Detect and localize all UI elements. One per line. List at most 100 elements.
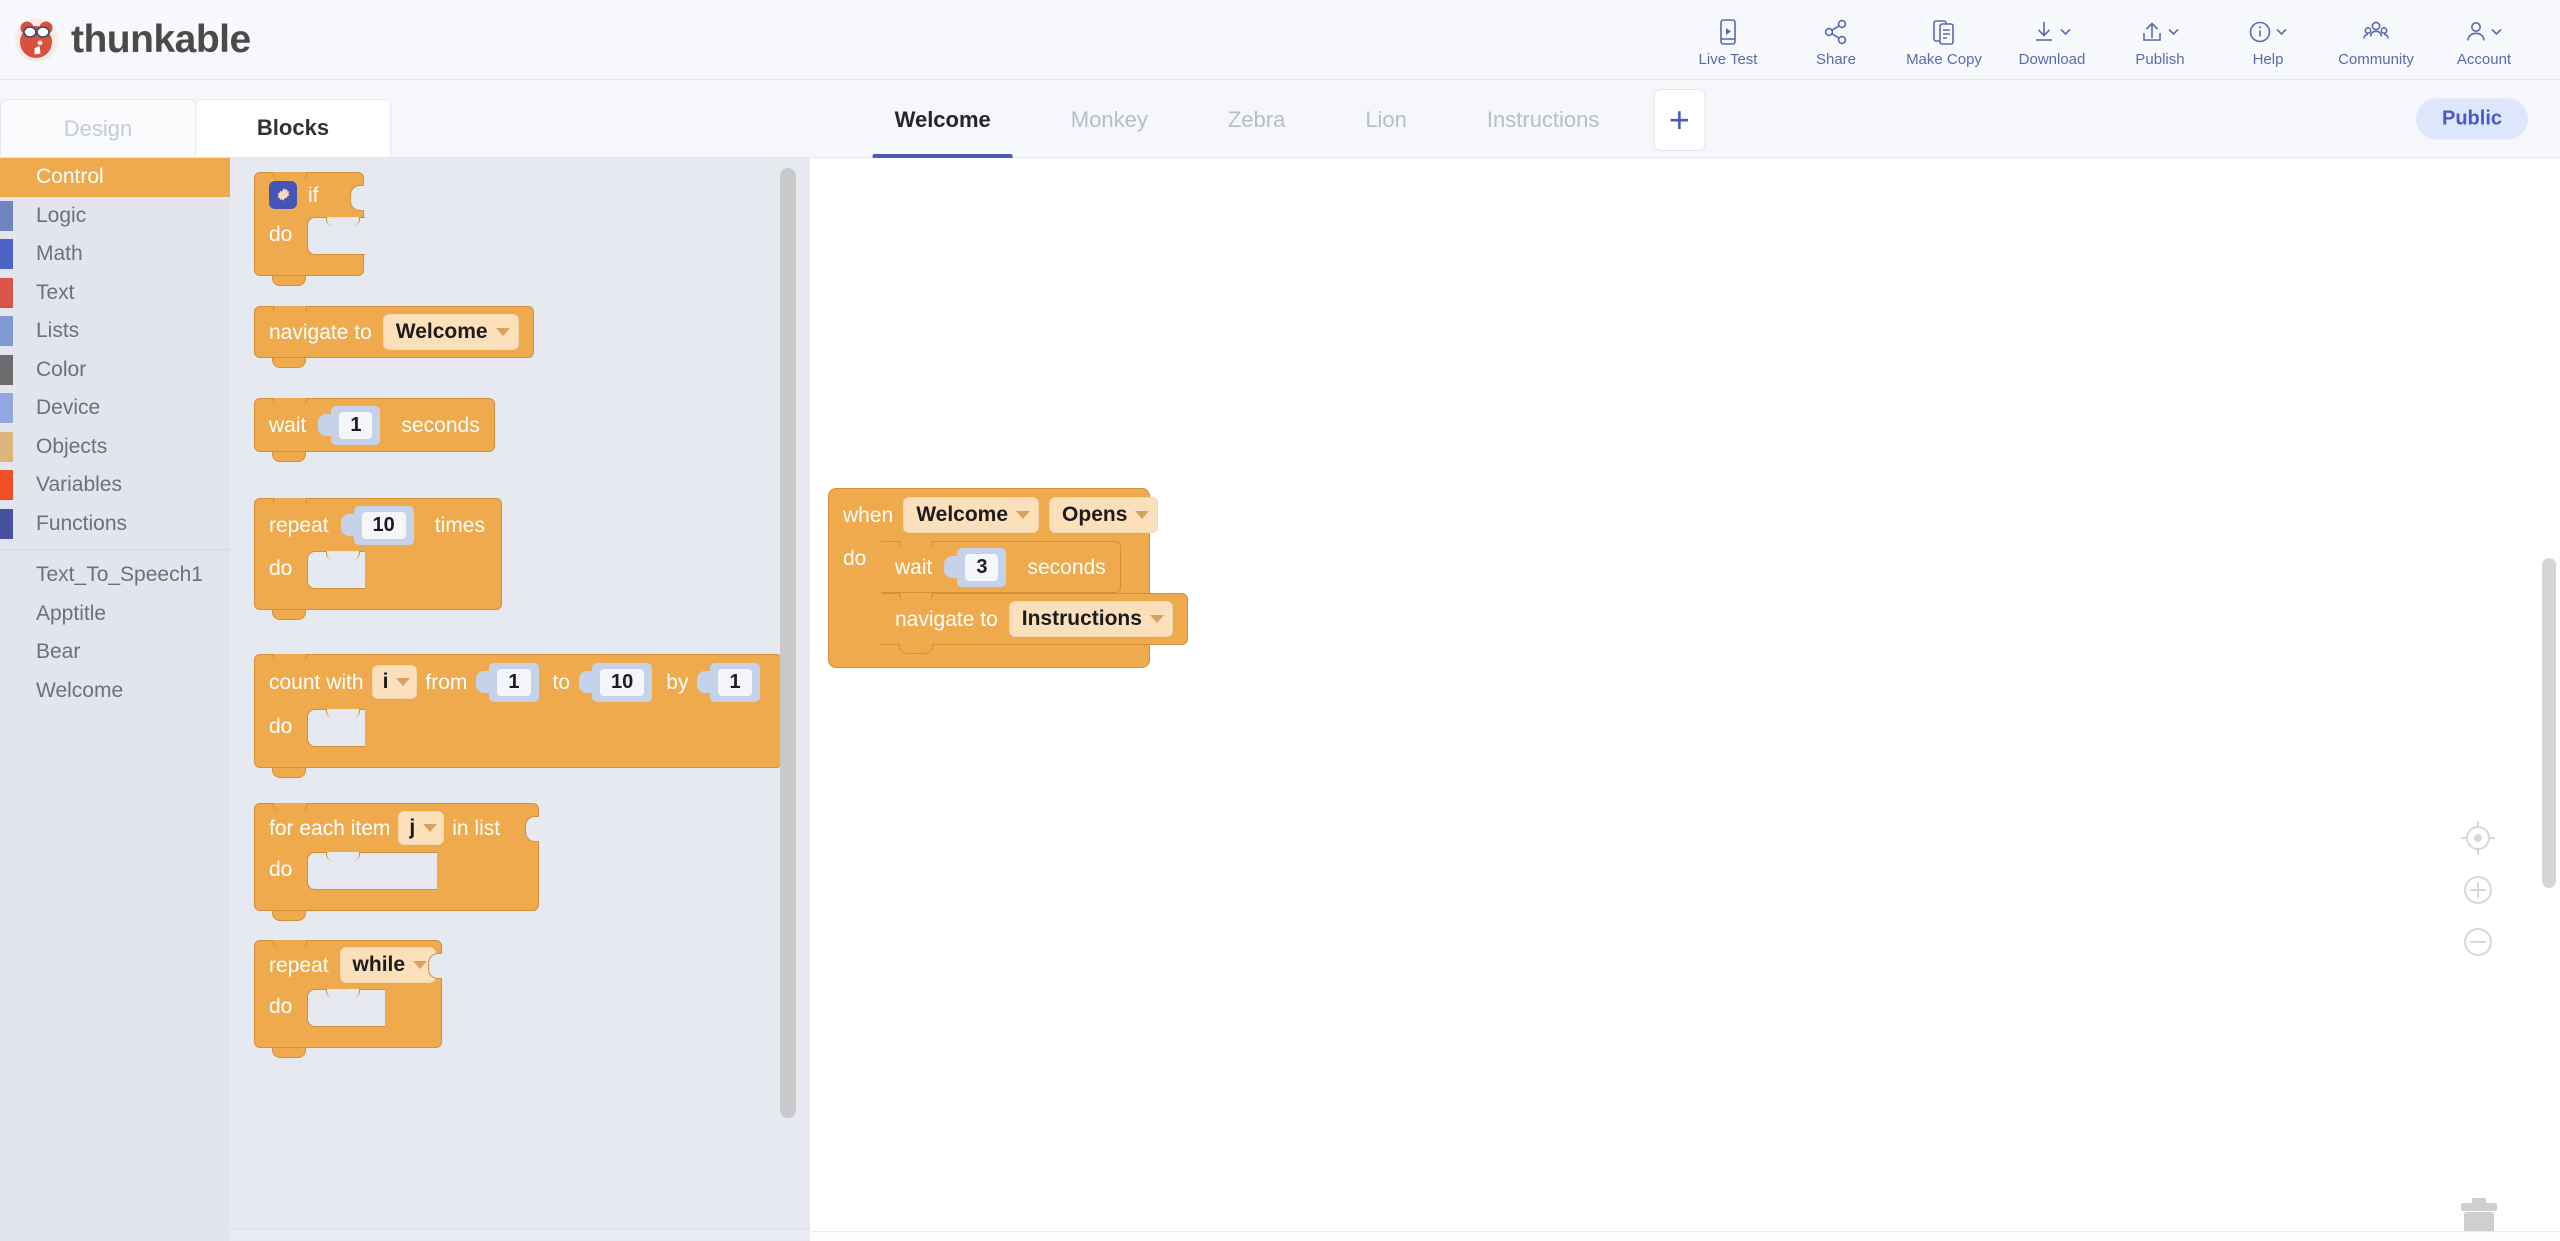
block-number-socket[interactable]: 10	[353, 505, 414, 545]
number-input[interactable]: 1	[718, 668, 752, 696]
block-dropdown-screen[interactable]: Welcome	[382, 314, 519, 350]
workspace-block-when-screen-opens[interactable]: when Welcome Opens do wait 3 seconds nav…	[828, 488, 1188, 668]
block-number-socket[interactable]: 3	[957, 547, 1007, 587]
block-dropdown-variable[interactable]: j	[398, 811, 445, 845]
palette-block-repeat-times[interactable]: repeat 10 times do	[254, 498, 502, 620]
component-color-swatch	[0, 560, 13, 590]
category-color-swatch	[0, 200, 13, 231]
workspace-scrollbar-horizontal[interactable]	[810, 1231, 2560, 1241]
toolbar-item-live-test[interactable]: Live Test	[1674, 12, 1782, 68]
sidebar-item-functions[interactable]: Functions	[0, 505, 230, 544]
sidebar-item-text-to-speech1[interactable]: Text_To_Speech1	[0, 556, 230, 595]
screen-tab-instructions[interactable]: Instructions	[1447, 80, 1640, 159]
screen-tab-zebra[interactable]: Zebra	[1188, 80, 1325, 159]
block-number-socket-to[interactable]: 10	[592, 662, 653, 702]
palette-block-navigate-to[interactable]: navigate to Welcome	[254, 306, 534, 368]
block-statement-mouth[interactable]	[307, 989, 385, 1027]
toolbar-label: Share	[1815, 50, 1857, 68]
number-input[interactable]: 1	[339, 411, 373, 439]
number-input[interactable]: 10	[600, 668, 645, 696]
block-statement-mouth[interactable]	[307, 709, 365, 747]
screen-tab-lion[interactable]: Lion	[1325, 80, 1447, 159]
person-icon	[2465, 19, 2487, 45]
gear-icon[interactable]	[269, 181, 297, 209]
block-label: if	[308, 183, 319, 207]
block-value-socket[interactable]	[428, 953, 442, 979]
toolbar-item-make-copy[interactable]: Make Copy	[1890, 12, 1998, 68]
block-value-socket[interactable]	[350, 185, 364, 211]
category-color-swatch	[0, 470, 13, 500]
block-dropdown-variable[interactable]: i	[371, 665, 418, 699]
flyout-scrollbar-vertical[interactable]	[780, 168, 796, 1118]
block-statement-mouth[interactable]	[307, 852, 437, 890]
screen-tab-welcome[interactable]: Welcome	[855, 80, 1031, 159]
sidebar-item-math[interactable]: Math	[0, 235, 230, 274]
zoom-out-icon[interactable]	[2458, 922, 2498, 962]
toolbar-item-publish[interactable]: Publish	[2106, 12, 2214, 68]
category-color-swatch	[0, 431, 13, 462]
block-notch-bottom	[272, 1048, 306, 1058]
workspace-scrollbar-vertical[interactable]	[2542, 558, 2556, 888]
palette-block-repeat-while[interactable]: repeat while do	[254, 940, 442, 1058]
block-label-do: do	[269, 715, 293, 738]
number-input[interactable]: 10	[361, 511, 406, 539]
block-label-do: do	[843, 547, 867, 570]
brand[interactable]: thunkable	[0, 17, 251, 63]
toolbar-label: Make Copy	[1906, 50, 1982, 68]
workspace-block-navigate-to[interactable]: navigate to Instructions	[881, 593, 1188, 654]
sidebar-item-bear[interactable]: Bear	[0, 633, 230, 672]
toolbar-item-share[interactable]: Share	[1782, 12, 1890, 68]
workspace-block-wait[interactable]: wait 3 seconds	[881, 541, 1149, 593]
toolbar-item-download[interactable]: Download	[1998, 12, 2106, 68]
sidebar-item-label: Lists	[36, 319, 80, 343]
block-number-socket[interactable]: 1	[331, 405, 381, 445]
block-dropdown-mode[interactable]: while	[339, 947, 437, 983]
sidebar-item-welcome[interactable]: Welcome	[0, 672, 230, 711]
number-input[interactable]: 3	[965, 553, 999, 581]
sidebar-item-control[interactable]: Control	[0, 158, 230, 197]
block-foot	[255, 589, 501, 609]
mouth-notch	[326, 709, 360, 718]
block-statement-mouth[interactable]	[307, 217, 365, 255]
sidebar-item-apptitle[interactable]: Apptitle	[0, 595, 230, 634]
category-color-swatch	[0, 508, 13, 539]
block-palette-flyout[interactable]: if do navigate to Welcome wait 1 seconds…	[230, 158, 810, 1241]
toolbar-item-help[interactable]: Help	[2214, 12, 2322, 68]
block-value-socket[interactable]	[525, 816, 539, 842]
sidebar-item-lists[interactable]: Lists	[0, 312, 230, 351]
sidebar-item-label: Functions	[36, 511, 128, 535]
tab-blocks[interactable]: Blocks	[195, 99, 391, 157]
palette-block-wait[interactable]: wait 1 seconds	[254, 398, 495, 462]
block-dropdown-screen[interactable]: Welcome	[903, 497, 1040, 533]
palette-block-for-each-item[interactable]: for each item j in list do	[254, 803, 539, 921]
screen-tab-monkey[interactable]: Monkey	[1031, 80, 1188, 159]
add-screen-button[interactable]: +	[1653, 88, 1706, 151]
sidebar-item-objects[interactable]: Objects	[0, 428, 230, 467]
block-number-socket-from[interactable]: 1	[489, 662, 539, 702]
status-badge-visibility[interactable]: Public	[2415, 98, 2528, 139]
sidebar-item-logic[interactable]: Logic	[0, 197, 230, 236]
sidebar-item-device[interactable]: Device	[0, 389, 230, 428]
dropdown-value: while	[352, 953, 406, 976]
block-notch-bottom	[272, 610, 306, 620]
tab-design[interactable]: Design	[0, 99, 196, 157]
blocks-workspace[interactable]: when Welcome Opens do wait 3 seconds nav…	[810, 158, 2560, 1241]
number-input[interactable]: 1	[497, 668, 531, 696]
sidebar-item-color[interactable]: Color	[0, 351, 230, 390]
sidebar-item-label: Welcome	[36, 678, 124, 702]
palette-block-if[interactable]: if do	[254, 172, 365, 286]
block-dropdown-event[interactable]: Opens	[1049, 497, 1159, 533]
center-target-icon[interactable]	[2458, 818, 2498, 858]
zoom-in-icon[interactable]	[2458, 870, 2498, 910]
toolbar-item-community[interactable]: Community	[2322, 12, 2430, 68]
tab-design-label: Design	[63, 115, 133, 141]
palette-block-count-with[interactable]: count with i from 1 to 10 by 1 do	[254, 654, 782, 778]
block-statement-mouth[interactable]	[307, 551, 365, 589]
flyout-scrollbar-horizontal[interactable]	[230, 1229, 810, 1239]
block-dropdown-screen[interactable]: Instructions	[1008, 601, 1173, 637]
sidebar-item-text[interactable]: Text	[0, 274, 230, 313]
block-number-socket-by[interactable]: 1	[710, 662, 760, 702]
toolbar-item-account[interactable]: Account	[2430, 12, 2538, 68]
block-label-suffix: seconds	[1027, 555, 1106, 579]
sidebar-item-variables[interactable]: Variables	[0, 466, 230, 505]
